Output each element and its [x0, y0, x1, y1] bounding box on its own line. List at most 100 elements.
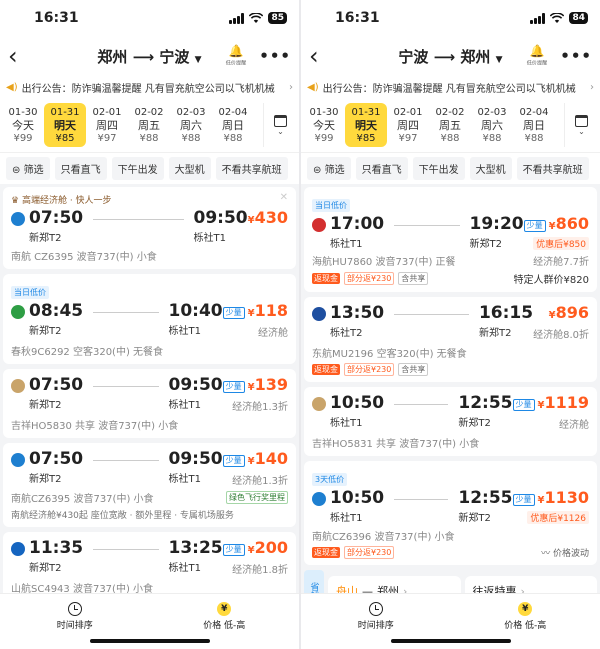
- signal-icon: [229, 12, 245, 24]
- low-price-tag: 3天低价: [312, 473, 348, 486]
- caret-down-icon[interactable]: ▼: [195, 55, 202, 65]
- date-item[interactable]: 01-30 今天 ¥99: [303, 103, 345, 147]
- low-price-tag: 当日低价: [11, 286, 49, 299]
- status-bar: 16:31 84: [301, 0, 600, 36]
- route-from[interactable]: 宁波: [398, 48, 428, 66]
- rebate-icon: 返现金: [312, 364, 340, 375]
- filter-large-plane[interactable]: 大型机: [168, 157, 211, 180]
- price-alert-button[interactable]: 🔔 低价提醒: [522, 45, 552, 67]
- promo-label: ♛ 高端经济舱 · 快人一步: [11, 196, 112, 206]
- speaker-icon: ◀): [6, 81, 18, 93]
- date-item[interactable]: 02-03 周六 ¥88: [471, 103, 513, 147]
- chevron-right-icon: ›: [289, 81, 293, 93]
- home-indicator: [390, 639, 511, 643]
- date-item[interactable]: 01-30 今天 ¥99: [2, 103, 44, 147]
- flight-card[interactable]: 07:50 新郑T2 09:50 栎社T1 少量 ¥140 经济舱1.3折 南航CZ63…: [3, 443, 296, 527]
- low-price-tag: 当日低价: [312, 199, 350, 212]
- left-panel: 16:31 85 ‹ 郑州 ⟶ 宁波 ▼ 🔔 低价提醒 ••• ◀) 出行公告：…: [0, 0, 299, 649]
- date-item-selected[interactable]: 01-31 明天 ¥85: [44, 103, 86, 147]
- home-indicator: [89, 639, 210, 643]
- speaker-icon: ◀): [307, 81, 319, 93]
- nav-bar: ‹ 宁波 ⟶ 郑州 ▼ 🔔 低价提醒 •••: [301, 36, 600, 76]
- filter-direct[interactable]: 只看直飞: [54, 157, 107, 180]
- rebate-icon: 返现金: [312, 273, 340, 284]
- filter-no-codeshare[interactable]: 不看共享航班: [215, 157, 288, 180]
- filter-icon: ⊜: [12, 165, 21, 176]
- signal-icon: [530, 12, 546, 24]
- bell-icon: 🔔: [228, 44, 244, 58]
- date-item-selected[interactable]: 01-31 明天 ¥85: [345, 103, 387, 147]
- filter-bar: ⊜ 筛选 只看直飞 下午出发 大型机 不看共享航班: [0, 152, 299, 184]
- date-item[interactable]: 02-04 周日 ¥88: [212, 103, 254, 147]
- route-to[interactable]: 郑州: [460, 48, 490, 66]
- round-trip-deal[interactable]: 往返特惠 ›: [464, 576, 597, 593]
- savings-badge: 省钱: [304, 570, 324, 593]
- filter-direct[interactable]: 只看直飞: [355, 157, 408, 180]
- more-icon[interactable]: •••: [259, 47, 291, 65]
- airline-logo-icon: [312, 492, 326, 506]
- route-from[interactable]: 郑州: [97, 48, 127, 66]
- flight-card[interactable]: 当日低价 17:00 栎社T1 19:20 新郑T2 少量 ¥860 优惠后¥850 海…: [304, 187, 597, 292]
- flight-card[interactable]: ♛ 高端经济舱 · 快人一步 ✕ 07:50 新郑T2 09:50 栎社T1 ¥43…: [3, 187, 296, 269]
- calendar-button[interactable]: ⌄: [564, 103, 598, 147]
- flight-card[interactable]: 07:50 新郑T2 09:50 栎社T1 少量 ¥139 经济舱1.3折 吉祥HO58…: [3, 369, 296, 438]
- back-icon[interactable]: ‹: [309, 44, 333, 68]
- close-icon[interactable]: ✕: [280, 192, 288, 203]
- filter-button[interactable]: ⊜ 筛选: [6, 157, 50, 180]
- cheap-route-item[interactable]: 舟山 — 郑州 ›: [328, 576, 461, 593]
- date-item[interactable]: 02-02 周五 ¥88: [429, 103, 471, 147]
- flight-card[interactable]: 11:35 新郑T2 13:25 栎社T1 少量 ¥200 经济舱1.8折 山航SC49…: [3, 532, 296, 593]
- calendar-icon: [575, 114, 588, 127]
- notice-bar[interactable]: ◀) 出行公告：防诈骗温馨提醒 凡有冒充航空公司以飞机机械 ›: [301, 76, 600, 98]
- rebate-icon: 返现金: [312, 547, 340, 558]
- date-item[interactable]: 02-01 周四 ¥97: [86, 103, 128, 147]
- green-flight-badge: 绿色飞行奖里程: [226, 491, 288, 504]
- filter-afternoon[interactable]: 下午出发: [412, 157, 465, 180]
- trend-icon: 〰: [541, 549, 551, 559]
- back-icon[interactable]: ‹: [8, 44, 32, 68]
- airline-logo-icon: [11, 542, 25, 556]
- date-strip: 01-30 今天 ¥99 01-31 明天 ¥85 02-01 周四 ¥97 02-02 周五…: [0, 98, 299, 152]
- more-icon[interactable]: •••: [560, 47, 592, 65]
- date-item[interactable]: 02-04 周日 ¥88: [513, 103, 555, 147]
- filter-no-codeshare[interactable]: 不看共享航班: [516, 157, 589, 180]
- status-bar: 16:31 85: [0, 0, 299, 36]
- caret-down-icon[interactable]: ▼: [496, 55, 503, 65]
- route-to[interactable]: 宁波: [159, 48, 189, 66]
- flight-card[interactable]: 3天低价 10:50 栎社T1 12:55 新郑T2 少量 ¥1130 优惠后¥1126…: [304, 461, 597, 565]
- route-arrow-icon: ⟶: [132, 47, 160, 66]
- flight-card[interactable]: 当日低价 08:45 新郑T2 10:40 栎社T1 少量 ¥118 经济舱 春秋9C6…: [3, 274, 296, 364]
- airline-logo-icon: [11, 453, 25, 467]
- price: ¥430: [247, 208, 288, 227]
- flight-list: 当日低价 17:00 栎社T1 19:20 新郑T2 少量 ¥860 优惠后¥850 海…: [301, 184, 600, 593]
- chevron-down-icon: ⌄: [578, 126, 585, 136]
- flight-meta: 南航 CZ6395 波音737(中) 小食: [11, 252, 157, 263]
- clock-icon: [368, 602, 383, 616]
- date-item[interactable]: 02-03 周六 ¥88: [170, 103, 212, 147]
- filter-afternoon[interactable]: 下午出发: [111, 157, 164, 180]
- battery-icon: 85: [268, 12, 287, 24]
- airline-logo-icon: [11, 379, 25, 393]
- calendar-button[interactable]: ⌄: [263, 103, 297, 147]
- filter-icon: ⊜: [313, 165, 322, 176]
- filter-large-plane[interactable]: 大型机: [469, 157, 512, 180]
- date-item[interactable]: 02-01 周四 ¥97: [387, 103, 429, 147]
- wifi-icon: [249, 12, 264, 23]
- date-item[interactable]: 02-02 周五 ¥88: [128, 103, 170, 147]
- price-alert-button[interactable]: 🔔 低价提醒: [221, 45, 251, 67]
- filter-button[interactable]: ⊜ 筛选: [307, 157, 351, 180]
- airline-logo-icon: [11, 212, 25, 226]
- upsell-text: 南航经济舱¥430起 座位宽敞 · 额外里程 · 专属机场服务: [11, 511, 234, 521]
- nav-bar: ‹ 郑州 ⟶ 宁波 ▼ 🔔 低价提醒 •••: [0, 36, 299, 76]
- calendar-icon: [274, 114, 287, 127]
- bottom-bar: 时间排序 ¥ 价格 低-高: [301, 593, 600, 649]
- flight-card[interactable]: 13:50 栎社T2 16:15 新郑T2 ¥896 经济舱8.0折 东航MU2196…: [304, 297, 597, 382]
- flight-card[interactable]: 10:50 栎社T1 12:55 新郑T2 少量 ¥1119 经济舱 吉祥HO5831 …: [304, 387, 597, 456]
- savings-strip: 省钱 舟山 — 郑州 › 往返特惠 ›: [304, 570, 597, 593]
- airline-logo-icon: [312, 397, 326, 411]
- airline-logo-icon: [11, 305, 25, 319]
- route-arrow-icon: ⟶: [433, 47, 461, 66]
- notice-bar[interactable]: ◀) 出行公告：防诈骗温馨提醒 凡有冒充航空公司以飞机机械 ›: [0, 76, 299, 98]
- wifi-icon: [550, 12, 565, 23]
- chevron-right-icon: ›: [590, 81, 594, 93]
